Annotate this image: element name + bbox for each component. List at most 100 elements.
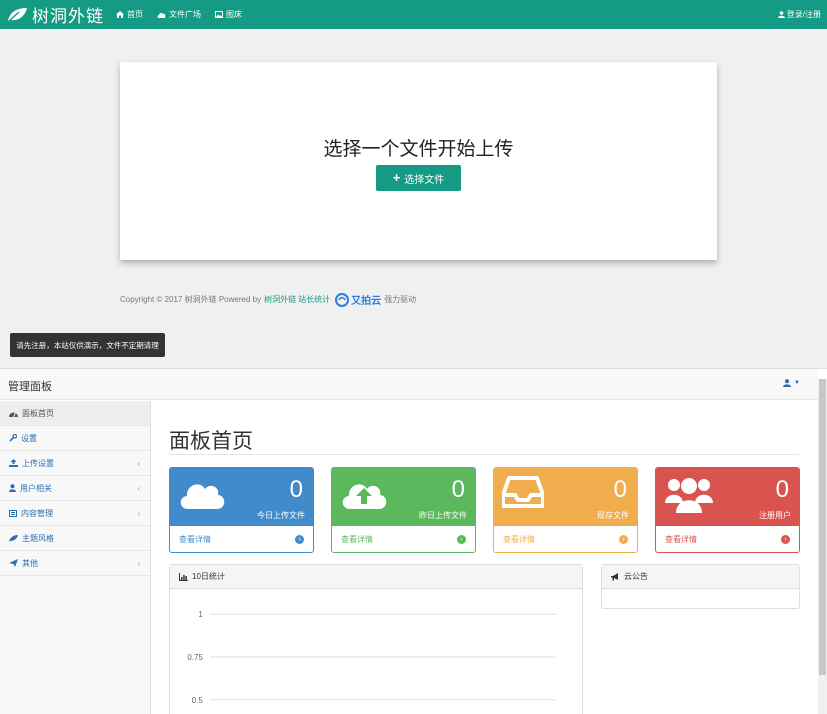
admin-frame: 管理面板 ▼ 面板首页 设置 上传设置 ‹ 用户相关 ‹ 内容管理 ‹ 主题风格… [0, 368, 827, 714]
sidebar-item-users[interactable]: 用户相关 ‹ [0, 476, 150, 501]
scrollbar-thumb[interactable] [819, 379, 826, 675]
nav-file-square-label: 文件广场 [169, 10, 201, 19]
panel-title: 10日统计 [192, 572, 225, 581]
choose-file-button[interactable]: + 选择文件 [376, 165, 461, 191]
login-register-link[interactable]: 登录/注册 [777, 0, 821, 29]
arrow-right-circle-icon: › [781, 535, 790, 544]
nav-home[interactable]: 首页 [116, 9, 143, 20]
chevron-left-icon: ‹ [137, 459, 140, 468]
dashboard-icon [9, 412, 18, 417]
nav-file-square[interactable]: 文件广场 [157, 9, 201, 20]
ten-day-stats-panel: 10日统计 1 0.75 0.5 [169, 564, 583, 714]
nav-image-host-label: 图床 [226, 10, 242, 19]
chevron-left-icon: ‹ [137, 559, 140, 568]
sidebar-label: 面板首页 [22, 408, 54, 418]
brand-name: 树洞外链 [32, 7, 104, 27]
stat-label: 今日上传文件 [257, 511, 305, 520]
panel-header: 10日统计 [170, 565, 582, 589]
user-icon [9, 484, 16, 492]
cloud-icon [180, 484, 225, 509]
stat-card-registered-users: 0 注册用户 查看详情 › [655, 467, 800, 553]
arrow-right-circle-icon: › [457, 535, 466, 544]
plus-icon: + [392, 170, 401, 185]
sidebar-label: 上传设置 [22, 458, 54, 468]
details-label: 查看详情 [665, 535, 697, 544]
stat-details-link[interactable]: 查看详情 › [494, 526, 637, 552]
ten-day-line-chart: 1 0.75 0.5 [187, 610, 557, 705]
page-title: 面板首页 [169, 430, 253, 453]
details-label: 查看详情 [179, 535, 211, 544]
stat-label: 昨日上传文件 [419, 511, 467, 520]
home-icon [116, 11, 124, 18]
copyright-text: Copyright © 2017 树洞外链 Powered by [120, 295, 262, 304]
choose-file-label: 选择文件 [404, 174, 445, 186]
sidebar-label: 其他 [22, 558, 38, 568]
chevron-left-icon: ‹ [137, 509, 140, 518]
y-tick-label: 1 [198, 610, 203, 619]
stat-value: 0 [289, 476, 303, 503]
upload-title: 选择一个文件开始上传 [323, 139, 514, 160]
nav-image-host[interactable]: 图床 [215, 9, 242, 20]
upload-dropzone[interactable]: 选择一个文件开始上传 [120, 62, 717, 260]
caret-down-icon: ▼ [794, 380, 800, 386]
brand-logo[interactable]: 树洞外链 [6, 0, 104, 29]
bullhorn-icon [611, 572, 618, 580]
stat-card-today-uploads: 0 今日上传文件 查看详情 › [169, 467, 314, 553]
stat-label: 注册用户 [759, 511, 791, 520]
cloud-notice-panel: 云公告 [601, 564, 800, 609]
scrollbar[interactable] [818, 379, 827, 714]
stat-label: 现存文件 [597, 511, 629, 520]
stat-value: 0 [613, 476, 627, 503]
user-dropdown[interactable]: ▼ [783, 379, 800, 387]
panel-header: 云公告 [602, 565, 799, 589]
inbox-icon [502, 476, 544, 508]
user-icon [777, 11, 785, 18]
arrow-right-circle-icon: › [295, 535, 304, 544]
stat-details-link[interactable]: 查看详情 › [332, 526, 475, 552]
y-tick-label: 0.5 [192, 696, 204, 705]
stats-link[interactable]: 站长统计 [298, 294, 330, 305]
sidebar-item-upload-settings[interactable]: 上传设置 ‹ [0, 451, 150, 476]
leaf-logo-icon [7, 7, 27, 22]
sidebar-label: 设置 [21, 433, 37, 443]
upyun-logo-icon [335, 292, 350, 307]
cloud-icon [157, 12, 166, 18]
send-icon [9, 559, 18, 567]
top-navbar: 树洞外链 首页 文件广场 图床 登录/注册 [0, 0, 827, 29]
panel-title: 云公告 [624, 572, 648, 581]
sidebar-label: 内容管理 [21, 508, 53, 518]
stat-card-existing-files: 0 现存文件 查看详情 › [493, 467, 638, 553]
arrow-right-circle-icon: › [619, 535, 628, 544]
demo-notice-toast: 请先注册，本站仅供演示，文件不定期清理 [10, 333, 165, 357]
admin-title: 管理面板 [8, 381, 52, 393]
leaf-icon [9, 534, 18, 542]
list-icon [9, 509, 17, 517]
stat-value: 0 [451, 476, 465, 503]
footer-copyright: Copyright © 2017 树洞外链 Powered by 树洞外链 站长… [120, 292, 416, 307]
powered-link[interactable]: 树洞外链 [264, 294, 296, 305]
sidebar-item-settings[interactable]: 设置 [0, 426, 150, 451]
stat-card-yesterday-uploads: 0 昨日上传文件 查看详情 › [331, 467, 476, 553]
copyright-suffix: 强力驱动 [384, 295, 417, 304]
sidebar-label: 用户相关 [20, 483, 52, 493]
upload-icon [9, 459, 18, 467]
users-icon [665, 478, 713, 513]
divider [169, 454, 799, 455]
stat-details-link[interactable]: 查看详情 › [656, 526, 799, 552]
admin-header: 管理面板 ▼ [0, 369, 818, 400]
sidebar-item-dashboard[interactable]: 面板首页 [0, 401, 150, 426]
nav-home-label: 首页 [127, 10, 143, 19]
sidebar-item-theme[interactable]: 主题风格 [0, 526, 150, 551]
user-icon [783, 379, 791, 387]
details-label: 查看详情 [503, 535, 535, 544]
cloud-upload-icon [342, 484, 387, 509]
stat-details-link[interactable]: 查看详情 › [170, 526, 313, 552]
sidebar-item-other[interactable]: 其他 ‹ [0, 551, 150, 576]
sidebar-item-content[interactable]: 内容管理 ‹ [0, 501, 150, 526]
upyun-logo[interactable]: 又拍云 [335, 292, 381, 307]
bar-chart-icon [179, 572, 188, 581]
upyun-label: 又拍云 [351, 296, 382, 307]
wrench-icon [9, 434, 17, 442]
chevron-left-icon: ‹ [137, 484, 140, 493]
toast-text: 请先注册，本站仅供演示，文件不定期清理 [16, 340, 159, 350]
